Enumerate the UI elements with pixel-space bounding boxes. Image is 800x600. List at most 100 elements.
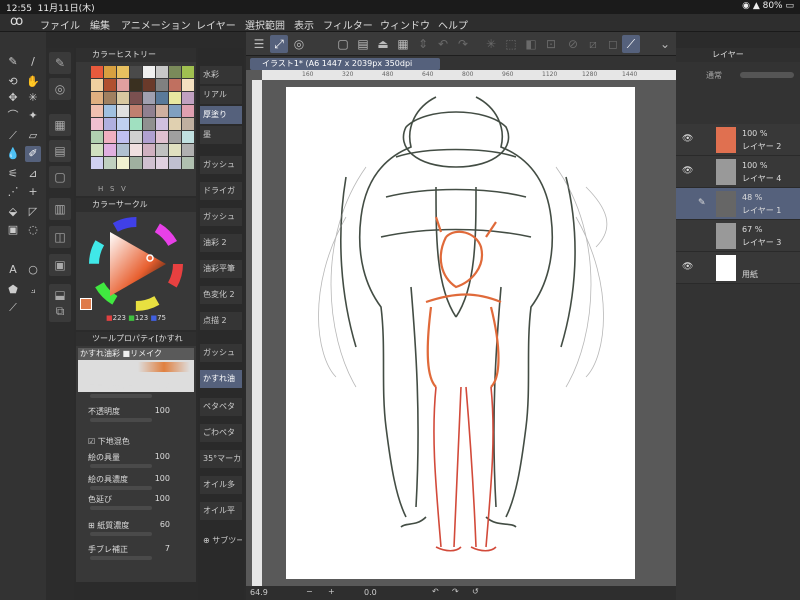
color-swatch[interactable]: [156, 157, 168, 169]
canvas-tab[interactable]: イラスト1* (A6 1447 x 2039px 350dpi 64.9%): [250, 58, 440, 80]
color-swatch[interactable]: [117, 66, 129, 78]
lasso-icon[interactable]: ⌒: [5, 108, 21, 124]
brush-item[interactable]: オイル平: [200, 502, 242, 520]
group-thick-paint[interactable]: 厚塗り: [200, 106, 242, 124]
brush-item[interactable]: 油彩 2: [200, 234, 242, 252]
color-swatch[interactable]: [182, 66, 194, 78]
group-real[interactable]: リアル: [200, 86, 242, 104]
subtool-grid-icon[interactable]: ▦: [49, 114, 71, 136]
color-swatch[interactable]: [169, 105, 181, 117]
color-swatch[interactable]: [156, 118, 168, 130]
eye-icon[interactable]: 👁: [682, 262, 693, 272]
color-swatch[interactable]: [143, 131, 155, 143]
rotate-icon[interactable]: ⟲: [5, 74, 21, 90]
color-swatch[interactable]: [91, 105, 103, 117]
zoom-value[interactable]: 64.9: [250, 588, 268, 597]
deselect-icon[interactable]: ⊘: [564, 35, 582, 53]
liquify-icon[interactable]: ◌: [25, 222, 41, 238]
hamburger-icon[interactable]: ☰: [250, 35, 268, 53]
eyedropper-icon[interactable]: ⟋: [5, 128, 21, 144]
color-swatch[interactable]: [143, 92, 155, 104]
layer-row-paper[interactable]: 👁 用紙: [676, 252, 800, 284]
group-ink[interactable]: 墨: [200, 126, 242, 144]
fill-icon[interactable]: ◧: [522, 35, 540, 53]
layer-row-selected[interactable]: ✎ 48 % レイヤー 1: [676, 188, 800, 220]
color-swatch[interactable]: [104, 118, 116, 130]
menu-help[interactable]: ヘルプ: [438, 17, 468, 32]
menu-view[interactable]: 表示: [294, 17, 314, 32]
color-swatch[interactable]: [182, 79, 194, 91]
drop-icon[interactable]: 💧: [5, 146, 21, 162]
eye-icon[interactable]: 👁: [682, 134, 693, 144]
color-swatch[interactable]: [143, 105, 155, 117]
export-icon[interactable]: ▦: [394, 35, 412, 53]
color-swatch[interactable]: [169, 92, 181, 104]
color-swatch[interactable]: [91, 144, 103, 156]
prop-paint-density[interactable]: 絵の具濃度 100: [88, 474, 188, 486]
figure-icon[interactable]: ▣: [5, 222, 21, 238]
brush-item[interactable]: ペタペタ: [200, 398, 242, 416]
drawing-paper[interactable]: [286, 87, 635, 579]
color-swatch[interactable]: [91, 66, 103, 78]
crop-icon[interactable]: ⊡: [542, 35, 560, 53]
prop-color-stretch[interactable]: 色延び 100: [88, 494, 188, 506]
menu-animation[interactable]: アニメーション: [121, 17, 191, 32]
color-swatch[interactable]: [156, 66, 168, 78]
loading-icon[interactable]: ✳: [482, 35, 500, 53]
color-swatch[interactable]: [104, 157, 116, 169]
color-swatch[interactable]: [156, 79, 168, 91]
reset-rotation-icon[interactable]: ↺: [472, 587, 479, 596]
subtool-pen-icon[interactable]: ✎: [49, 52, 71, 74]
gradient-icon[interactable]: ◸: [25, 204, 41, 220]
airbrush-icon[interactable]: ⚟: [5, 166, 21, 182]
snap-ruler-icon[interactable]: ⟋: [622, 35, 640, 53]
color-swatch[interactable]: [143, 157, 155, 169]
color-swatch[interactable]: [169, 79, 181, 91]
color-swatch[interactable]: [104, 92, 116, 104]
color-swatch[interactable]: [143, 79, 155, 91]
subtool-frame-icon[interactable]: ◫: [49, 226, 71, 248]
color-swatch[interactable]: [182, 131, 194, 143]
decoration-icon[interactable]: ⋰: [5, 184, 21, 200]
subtool-add[interactable]: ⊕ サブツー: [200, 532, 242, 550]
color-swatch[interactable]: [117, 157, 129, 169]
color-swatch[interactable]: [182, 105, 194, 117]
layer-opacity-slider[interactable]: [740, 72, 794, 78]
open-icon[interactable]: ▤: [354, 35, 372, 53]
color-wheel[interactable]: [88, 216, 184, 312]
color-swatch[interactable]: [104, 131, 116, 143]
menu-window[interactable]: ウィンドウ: [380, 17, 430, 32]
color-swatch[interactable]: [182, 144, 194, 156]
undo-icon[interactable]: ↶: [434, 35, 452, 53]
save-icon[interactable]: ⏏: [374, 35, 392, 53]
color-swatch[interactable]: [104, 79, 116, 91]
color-swatch[interactable]: [91, 92, 103, 104]
color-swatch[interactable]: [104, 144, 116, 156]
brush-item[interactable]: オイル多: [200, 476, 242, 494]
color-swatch[interactable]: [91, 118, 103, 130]
brush-item[interactable]: ガッシュ: [200, 156, 242, 174]
color-swatch[interactable]: [130, 105, 142, 117]
chevron-down-icon[interactable]: ⌄: [656, 35, 674, 53]
magic-wand-icon[interactable]: ✦: [25, 108, 41, 124]
move-icon[interactable]: ✥: [5, 90, 21, 106]
color-swatch[interactable]: [156, 92, 168, 104]
color-swatch[interactable]: [130, 79, 142, 91]
color-swatch[interactable]: [117, 118, 129, 130]
chevron-updown-icon[interactable]: ⇕: [414, 35, 432, 53]
prop-stabilization[interactable]: 手ブレ補正 7: [88, 544, 188, 556]
pen-correction-icon[interactable]: ⟋: [5, 300, 21, 316]
menu-filter[interactable]: フィルター: [323, 17, 373, 32]
color-swatch[interactable]: [143, 144, 155, 156]
rotate-left-icon[interactable]: ↶: [432, 587, 439, 596]
color-swatch[interactable]: [91, 157, 103, 169]
color-swatch[interactable]: [130, 118, 142, 130]
layer-row[interactable]: 👁 100 % レイヤー 4: [676, 156, 800, 188]
balloon-icon[interactable]: ○: [25, 262, 41, 278]
color-swatch[interactable]: [156, 105, 168, 117]
subtool-layers-icon[interactable]: ▤: [49, 140, 71, 162]
menu-edit[interactable]: 編集: [90, 17, 110, 32]
color-swatch[interactable]: [104, 66, 116, 78]
hide-panels-icon[interactable]: ◎: [290, 35, 308, 53]
brush-item[interactable]: 35°マーカ: [200, 450, 242, 468]
